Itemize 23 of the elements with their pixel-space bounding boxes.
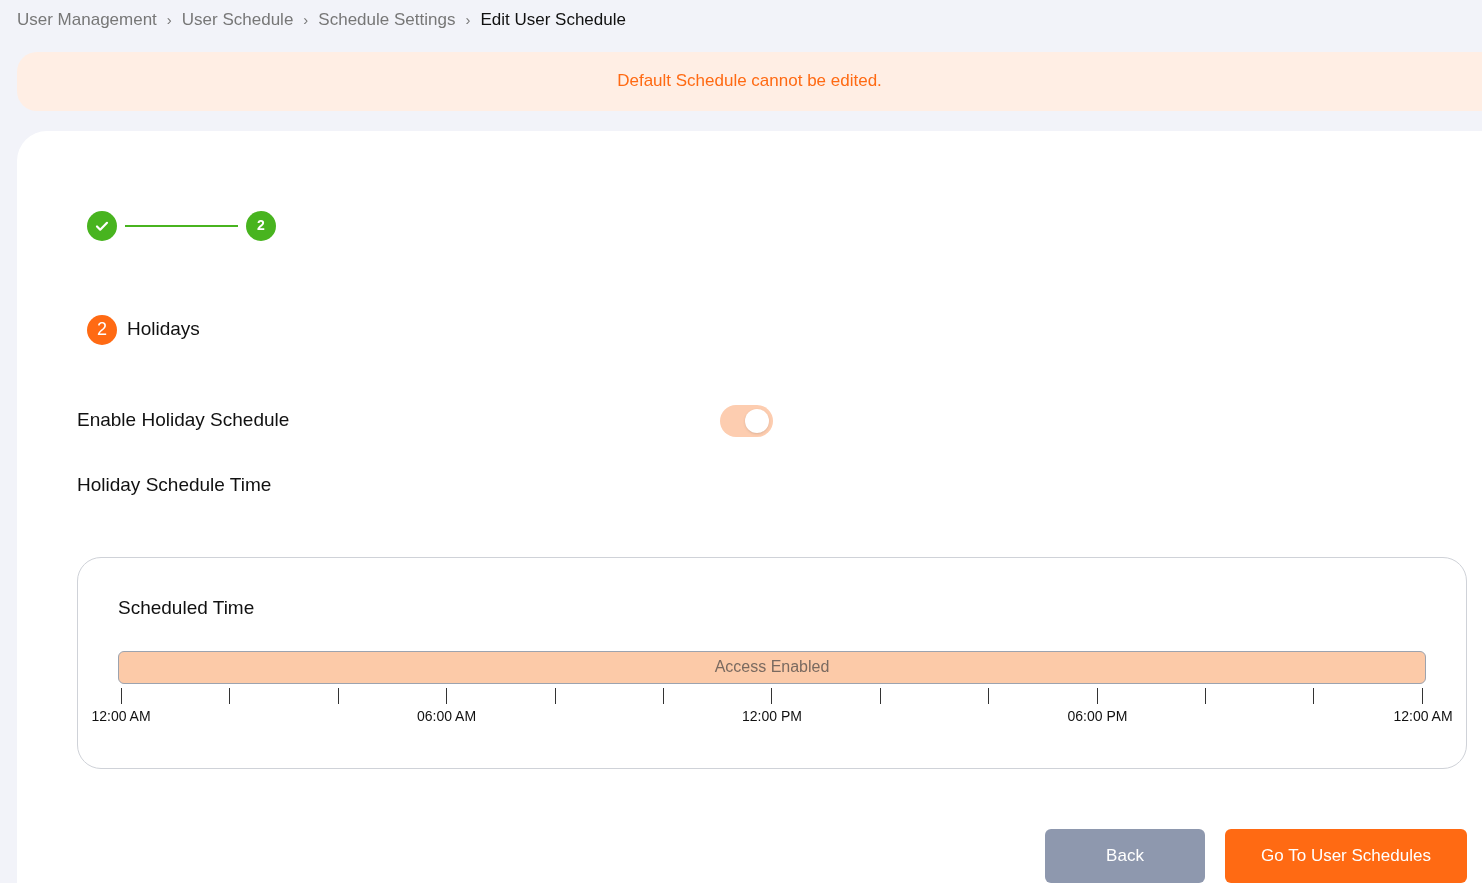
access-enabled-bar: Access Enabled (118, 650, 1426, 684)
panel-title: Scheduled Time (118, 596, 256, 620)
breadcrumb-link[interactable]: User Schedule (181, 7, 294, 33)
field-label: Enable Holiday Schedule (77, 408, 291, 433)
alert-message: Default Schedule cannot be edited. (617, 70, 882, 93)
breadcrumb-link[interactable]: User Management (17, 7, 157, 33)
section-title: Holidays (127, 317, 200, 342)
breadcrumb-separator: › (303, 9, 309, 30)
back-button[interactable]: Back (1045, 829, 1205, 883)
axis-label: 12:00 AM (1393, 706, 1453, 726)
go-to-schedules-button[interactable]: Go To User Schedules (1225, 829, 1467, 883)
breadcrumb-link[interactable]: Schedule Settings (318, 7, 456, 33)
step-number-badge: 2 (87, 314, 117, 345)
axis-label: 12:00 AM (91, 706, 151, 726)
axis-label: 06:00 PM (1067, 706, 1128, 726)
axis-label: 12:00 PM (742, 706, 802, 726)
field-label: Holiday Schedule Time (77, 472, 273, 497)
toggle-thumb (745, 408, 769, 433)
breadcrumb-current: Edit User Schedule (480, 9, 626, 32)
step-number: 2 (246, 210, 276, 241)
breadcrumb-separator: › (166, 9, 172, 30)
breadcrumb-separator: › (465, 9, 471, 30)
axis-label: 06:00 AM (416, 706, 477, 726)
